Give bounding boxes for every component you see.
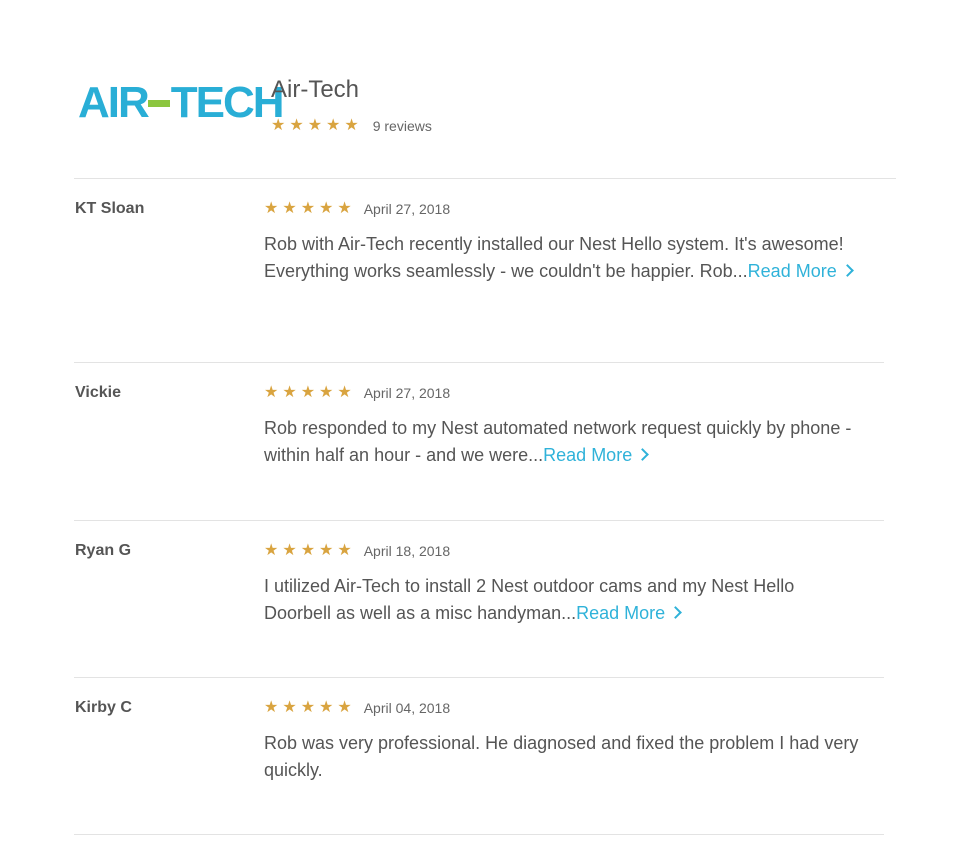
reviewer-name: Ryan G	[75, 542, 132, 559]
read-more-link[interactable]: Read More	[543, 445, 650, 465]
air-tech-logo: AIR TECH	[78, 80, 285, 126]
review-stars-icon: ★★★★★	[264, 200, 356, 217]
review-meta: ★★★★★ April 27, 2018	[264, 382, 450, 404]
read-more-link[interactable]: Read More	[576, 603, 683, 623]
review-divider	[74, 520, 884, 521]
review-divider	[74, 677, 884, 678]
review-date: April 04, 2018	[363, 700, 451, 716]
review-stars-icon: ★★★★★	[264, 542, 356, 559]
review-text: Rob with Air-Tech recently installed our…	[264, 231, 864, 285]
header-divider	[74, 178, 896, 179]
chevron-right-icon	[636, 448, 650, 461]
review-divider	[74, 362, 884, 363]
review-meta: ★★★★★ April 27, 2018	[264, 198, 450, 220]
review-excerpt: I utilized Air-Tech to install 2 Nest ou…	[264, 576, 795, 623]
company-name: Air-Tech	[271, 76, 360, 103]
review-text: Rob was very professional. He diagnosed …	[264, 733, 859, 780]
chevron-right-icon	[840, 264, 854, 277]
review-stars-icon: ★★★★★	[264, 699, 356, 716]
overall-rating: ★★★★★ 9 reviews	[271, 116, 432, 136]
review-date: April 27, 2018	[363, 385, 451, 401]
review-text: Rob responded to my Nest automated netwo…	[264, 415, 864, 469]
review-text: I utilized Air-Tech to install 2 Nest ou…	[264, 573, 864, 627]
review-meta: ★★★★★ April 04, 2018	[264, 697, 450, 719]
rating-stars-icon: ★★★★★	[271, 117, 363, 134]
reviewer-name: Kirby C	[75, 699, 132, 716]
business-header: AIR TECH Air-Tech ★★★★★ 9 reviews	[0, 0, 960, 180]
review-meta: ★★★★★ April 18, 2018	[264, 540, 450, 562]
chevron-right-icon	[669, 606, 683, 619]
read-more-link[interactable]: Read More	[748, 261, 854, 281]
reviewer-name: KT Sloan	[75, 200, 145, 217]
review-stars-icon: ★★★★★	[264, 384, 356, 401]
review-date: April 27, 2018	[363, 201, 451, 217]
reviewer-name: Vickie	[75, 384, 121, 401]
review-divider	[74, 834, 884, 835]
logo-dash	[147, 99, 170, 107]
logo-wordmark: AIR TECH	[78, 78, 285, 127]
review-count: 9 reviews	[372, 118, 432, 134]
review-date: April 18, 2018	[363, 543, 451, 559]
